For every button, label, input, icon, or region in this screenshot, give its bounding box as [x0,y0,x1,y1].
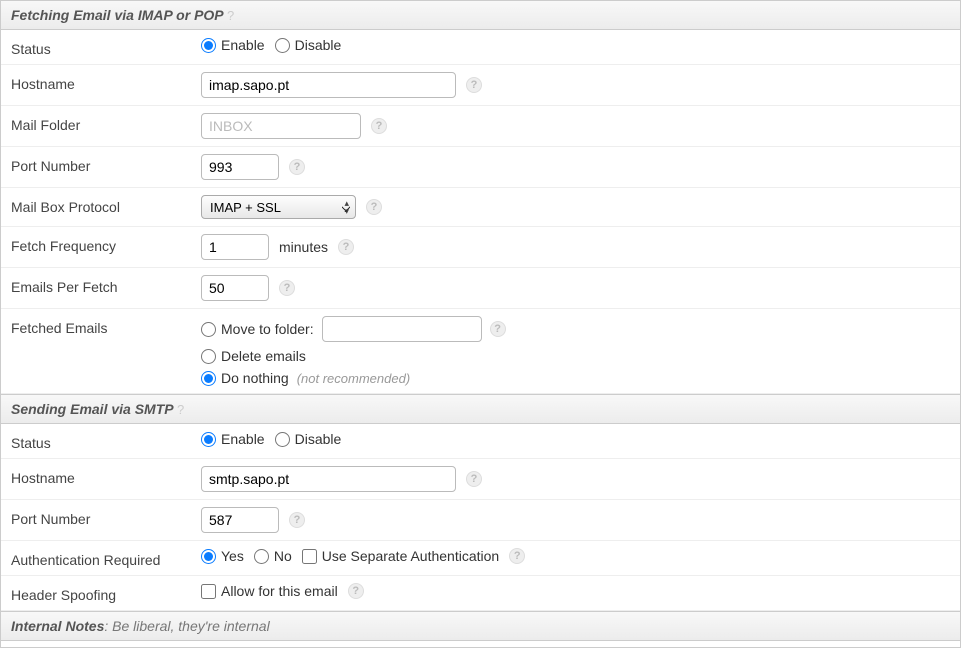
smtp-spoof-row: Header Spoofing Allow for this email ? [1,576,960,611]
internal-notes-header: Internal Notes: Be liberal, they're inte… [1,611,960,641]
fetch-status-row: Status Enable Disable [1,30,960,65]
fetched-move-option[interactable]: Move to folder: [201,321,314,337]
email-settings-panel: Fetching Email via IMAP or POP ? Status … [0,0,961,648]
smtp-status-enable-option[interactable]: Enable [201,431,265,447]
smtp-separate-auth-checkbox[interactable] [302,549,317,564]
help-icon[interactable]: ? [466,77,482,93]
fetch-perfetch-input[interactable] [201,275,269,301]
help-icon[interactable]: ? [279,280,295,296]
internal-notes-title: Internal Notes [11,618,104,634]
help-icon[interactable]: ? [509,548,525,564]
help-icon[interactable]: ? [338,239,354,255]
smtp-hostname-input[interactable] [201,466,456,492]
fetch-mailfolder-row: Mail Folder ? [1,106,960,147]
fetch-protocol-select[interactable]: IMAP + SSL [201,195,356,219]
fetch-frequency-unit: minutes [279,239,328,255]
smtp-port-input[interactable] [201,507,279,533]
smtp-separate-auth-option[interactable]: Use Separate Authentication [302,548,499,564]
fetch-protocol-label: Mail Box Protocol [11,195,201,215]
smtp-hostname-label: Hostname [11,466,201,486]
smtp-auth-no-option[interactable]: No [254,548,292,564]
fetch-hostname-input[interactable] [201,72,456,98]
smtp-port-label: Port Number [11,507,201,527]
fetched-donothing-radio[interactable] [201,371,216,386]
smtp-spoof-allow-option[interactable]: Allow for this email [201,583,338,599]
fetched-delete-option[interactable]: Delete emails [201,348,306,364]
fetch-protocol-row: Mail Box Protocol IMAP + SSL ▴▾ ? [1,188,960,227]
help-icon[interactable]: ? [289,159,305,175]
fetching-section-header: Fetching Email via IMAP or POP ? [1,0,960,30]
fetch-frequency-row: Fetch Frequency minutes ? [1,227,960,268]
fetch-frequency-label: Fetch Frequency [11,234,201,254]
smtp-spoof-label: Header Spoofing [11,583,201,603]
help-icon[interactable]: ? [177,402,184,417]
help-icon[interactable]: ? [348,583,364,599]
fetched-donothing-option[interactable]: Do nothing [201,370,289,386]
help-icon[interactable]: ? [366,199,382,215]
smtp-status-row: Status Enable Disable [1,424,960,459]
fetch-mailfolder-label: Mail Folder [11,113,201,133]
smtp-auth-no-radio[interactable] [254,549,269,564]
fetching-section-title: Fetching Email via IMAP or POP [11,7,223,23]
help-icon[interactable]: ? [466,471,482,487]
fetch-status-label: Status [11,37,201,57]
sending-section-title: Sending Email via SMTP [11,401,173,417]
smtp-auth-yes-radio[interactable] [201,549,216,564]
fetch-hostname-row: Hostname ? [1,65,960,106]
internal-notes-subtitle: : Be liberal, they're internal [104,618,269,634]
fetch-port-row: Port Number ? [1,147,960,188]
fetched-move-radio[interactable] [201,322,216,337]
smtp-auth-yes-option[interactable]: Yes [201,548,244,564]
fetch-mailfolder-input[interactable] [201,113,361,139]
smtp-auth-label: Authentication Required [11,548,201,568]
fetch-protocol-select-wrap: IMAP + SSL ▴▾ [201,195,356,219]
fetch-frequency-input[interactable] [201,234,269,260]
smtp-status-label: Status [11,431,201,451]
sending-section-header: Sending Email via SMTP ? [1,394,960,424]
fetched-delete-radio[interactable] [201,349,216,364]
fetch-status-disable-radio[interactable] [275,38,290,53]
smtp-status-enable-radio[interactable] [201,432,216,447]
fetched-emails-row: Fetched Emails Move to folder: ? Delete … [1,309,960,394]
smtp-hostname-row: Hostname ? [1,459,960,500]
fetched-donothing-note: (not recommended) [297,371,410,386]
internal-notes-body [1,641,960,647]
smtp-spoof-allow-checkbox[interactable] [201,584,216,599]
fetch-status-enable-option[interactable]: Enable [201,37,265,53]
fetch-status-disable-option[interactable]: Disable [275,37,342,53]
help-icon[interactable]: ? [289,512,305,528]
fetch-status-enable-radio[interactable] [201,38,216,53]
fetch-port-label: Port Number [11,154,201,174]
fetch-perfetch-label: Emails Per Fetch [11,275,201,295]
help-icon[interactable]: ? [490,321,506,337]
smtp-port-row: Port Number ? [1,500,960,541]
fetch-hostname-label: Hostname [11,72,201,92]
help-icon[interactable]: ? [371,118,387,134]
help-icon[interactable]: ? [227,8,234,23]
fetched-move-folder-input[interactable] [322,316,482,342]
smtp-auth-row: Authentication Required Yes No Use Separ… [1,541,960,576]
fetch-port-input[interactable] [201,154,279,180]
smtp-status-disable-radio[interactable] [275,432,290,447]
smtp-status-disable-option[interactable]: Disable [275,431,342,447]
fetch-perfetch-row: Emails Per Fetch ? [1,268,960,309]
fetched-emails-label: Fetched Emails [11,316,201,336]
